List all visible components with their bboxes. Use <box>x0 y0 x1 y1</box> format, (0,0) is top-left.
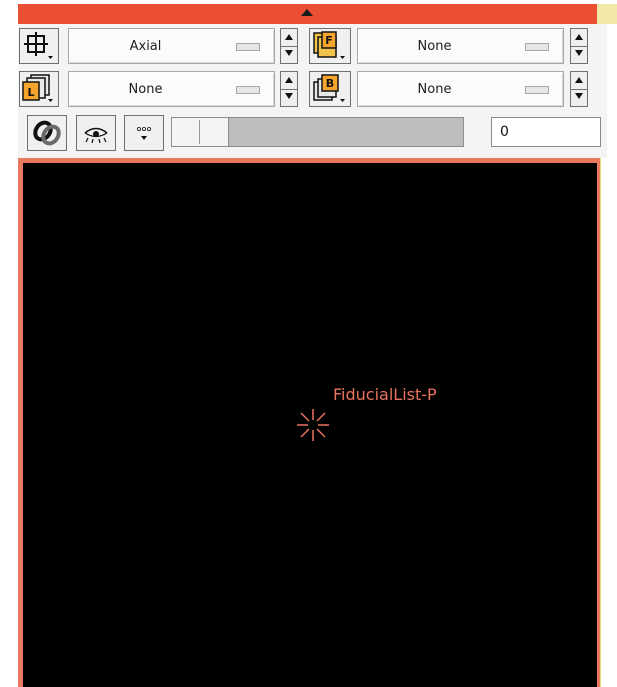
foreground-value: None <box>417 38 452 54</box>
slice-offset-input[interactable]: 0 <box>491 117 601 147</box>
combo-dropdown-handle <box>525 43 549 51</box>
label-volume-selector[interactable]: None <box>68 71 275 107</box>
dots-menu-icon <box>136 126 151 140</box>
svg-text:L: L <box>27 86 34 99</box>
spin-down-button[interactable] <box>571 89 587 106</box>
collapse-arrow-icon[interactable] <box>301 9 313 16</box>
eye-visibility-icon <box>84 127 108 144</box>
foreground-layer-button[interactable]: F <box>309 28 351 64</box>
arrow-up-icon <box>575 34 583 40</box>
combo-dropdown-handle <box>525 86 549 94</box>
combo-dropdown-handle <box>236 86 260 94</box>
label-value: None <box>128 81 163 97</box>
arrow-down-icon <box>575 93 583 99</box>
orientation-value: Axial <box>129 38 162 54</box>
spin-up-button[interactable] <box>571 72 587 90</box>
crosshair-layout-icon <box>24 32 53 59</box>
background-value: None <box>417 81 452 97</box>
arrow-up-icon <box>285 34 293 40</box>
foreground-spinner[interactable] <box>570 28 588 64</box>
slider-handle-grip <box>199 120 200 144</box>
arrow-down-icon <box>285 93 293 99</box>
fiducial-label: FiducialList-P <box>333 385 437 404</box>
background-layer-B-icon: B <box>313 74 345 102</box>
arrow-down-icon <box>285 50 293 56</box>
fiducial-star-marker-icon[interactable] <box>293 405 333 445</box>
arrow-up-icon <box>285 77 293 83</box>
background-spinner[interactable] <box>570 71 588 107</box>
spin-up-button[interactable] <box>281 72 297 90</box>
slider-handle[interactable] <box>171 117 229 147</box>
arrow-up-icon <box>575 77 583 83</box>
foreground-layer-F-icon: F <box>313 31 345 59</box>
spin-up-button[interactable] <box>281 29 297 47</box>
combo-dropdown-handle <box>236 43 260 51</box>
svg-text:B: B <box>326 77 334 90</box>
foreground-volume-selector[interactable]: None <box>357 28 564 64</box>
label-spinner[interactable] <box>280 71 298 107</box>
background-layer-button[interactable]: B <box>309 71 351 107</box>
visibility-toggle-button[interactable] <box>76 115 116 151</box>
spin-down-button[interactable] <box>281 46 297 63</box>
orientation-spinner[interactable] <box>280 28 298 64</box>
spin-down-button[interactable] <box>571 46 587 63</box>
link-icon <box>33 120 61 146</box>
more-options-button[interactable] <box>124 115 164 151</box>
label-layer-L-icon: L <box>22 74 53 102</box>
svg-text:F: F <box>325 34 333 47</box>
spin-up-button[interactable] <box>571 29 587 47</box>
background-volume-selector[interactable]: None <box>357 71 564 107</box>
layout-crosshair-button[interactable] <box>19 28 59 64</box>
orientation-selector[interactable]: Axial <box>68 28 275 64</box>
arrow-down-icon <box>575 50 583 56</box>
link-toggle-button[interactable] <box>27 115 67 151</box>
adjacent-view-bar <box>597 4 617 24</box>
spin-down-button[interactable] <box>281 89 297 106</box>
label-layer-button[interactable]: L <box>19 71 59 107</box>
